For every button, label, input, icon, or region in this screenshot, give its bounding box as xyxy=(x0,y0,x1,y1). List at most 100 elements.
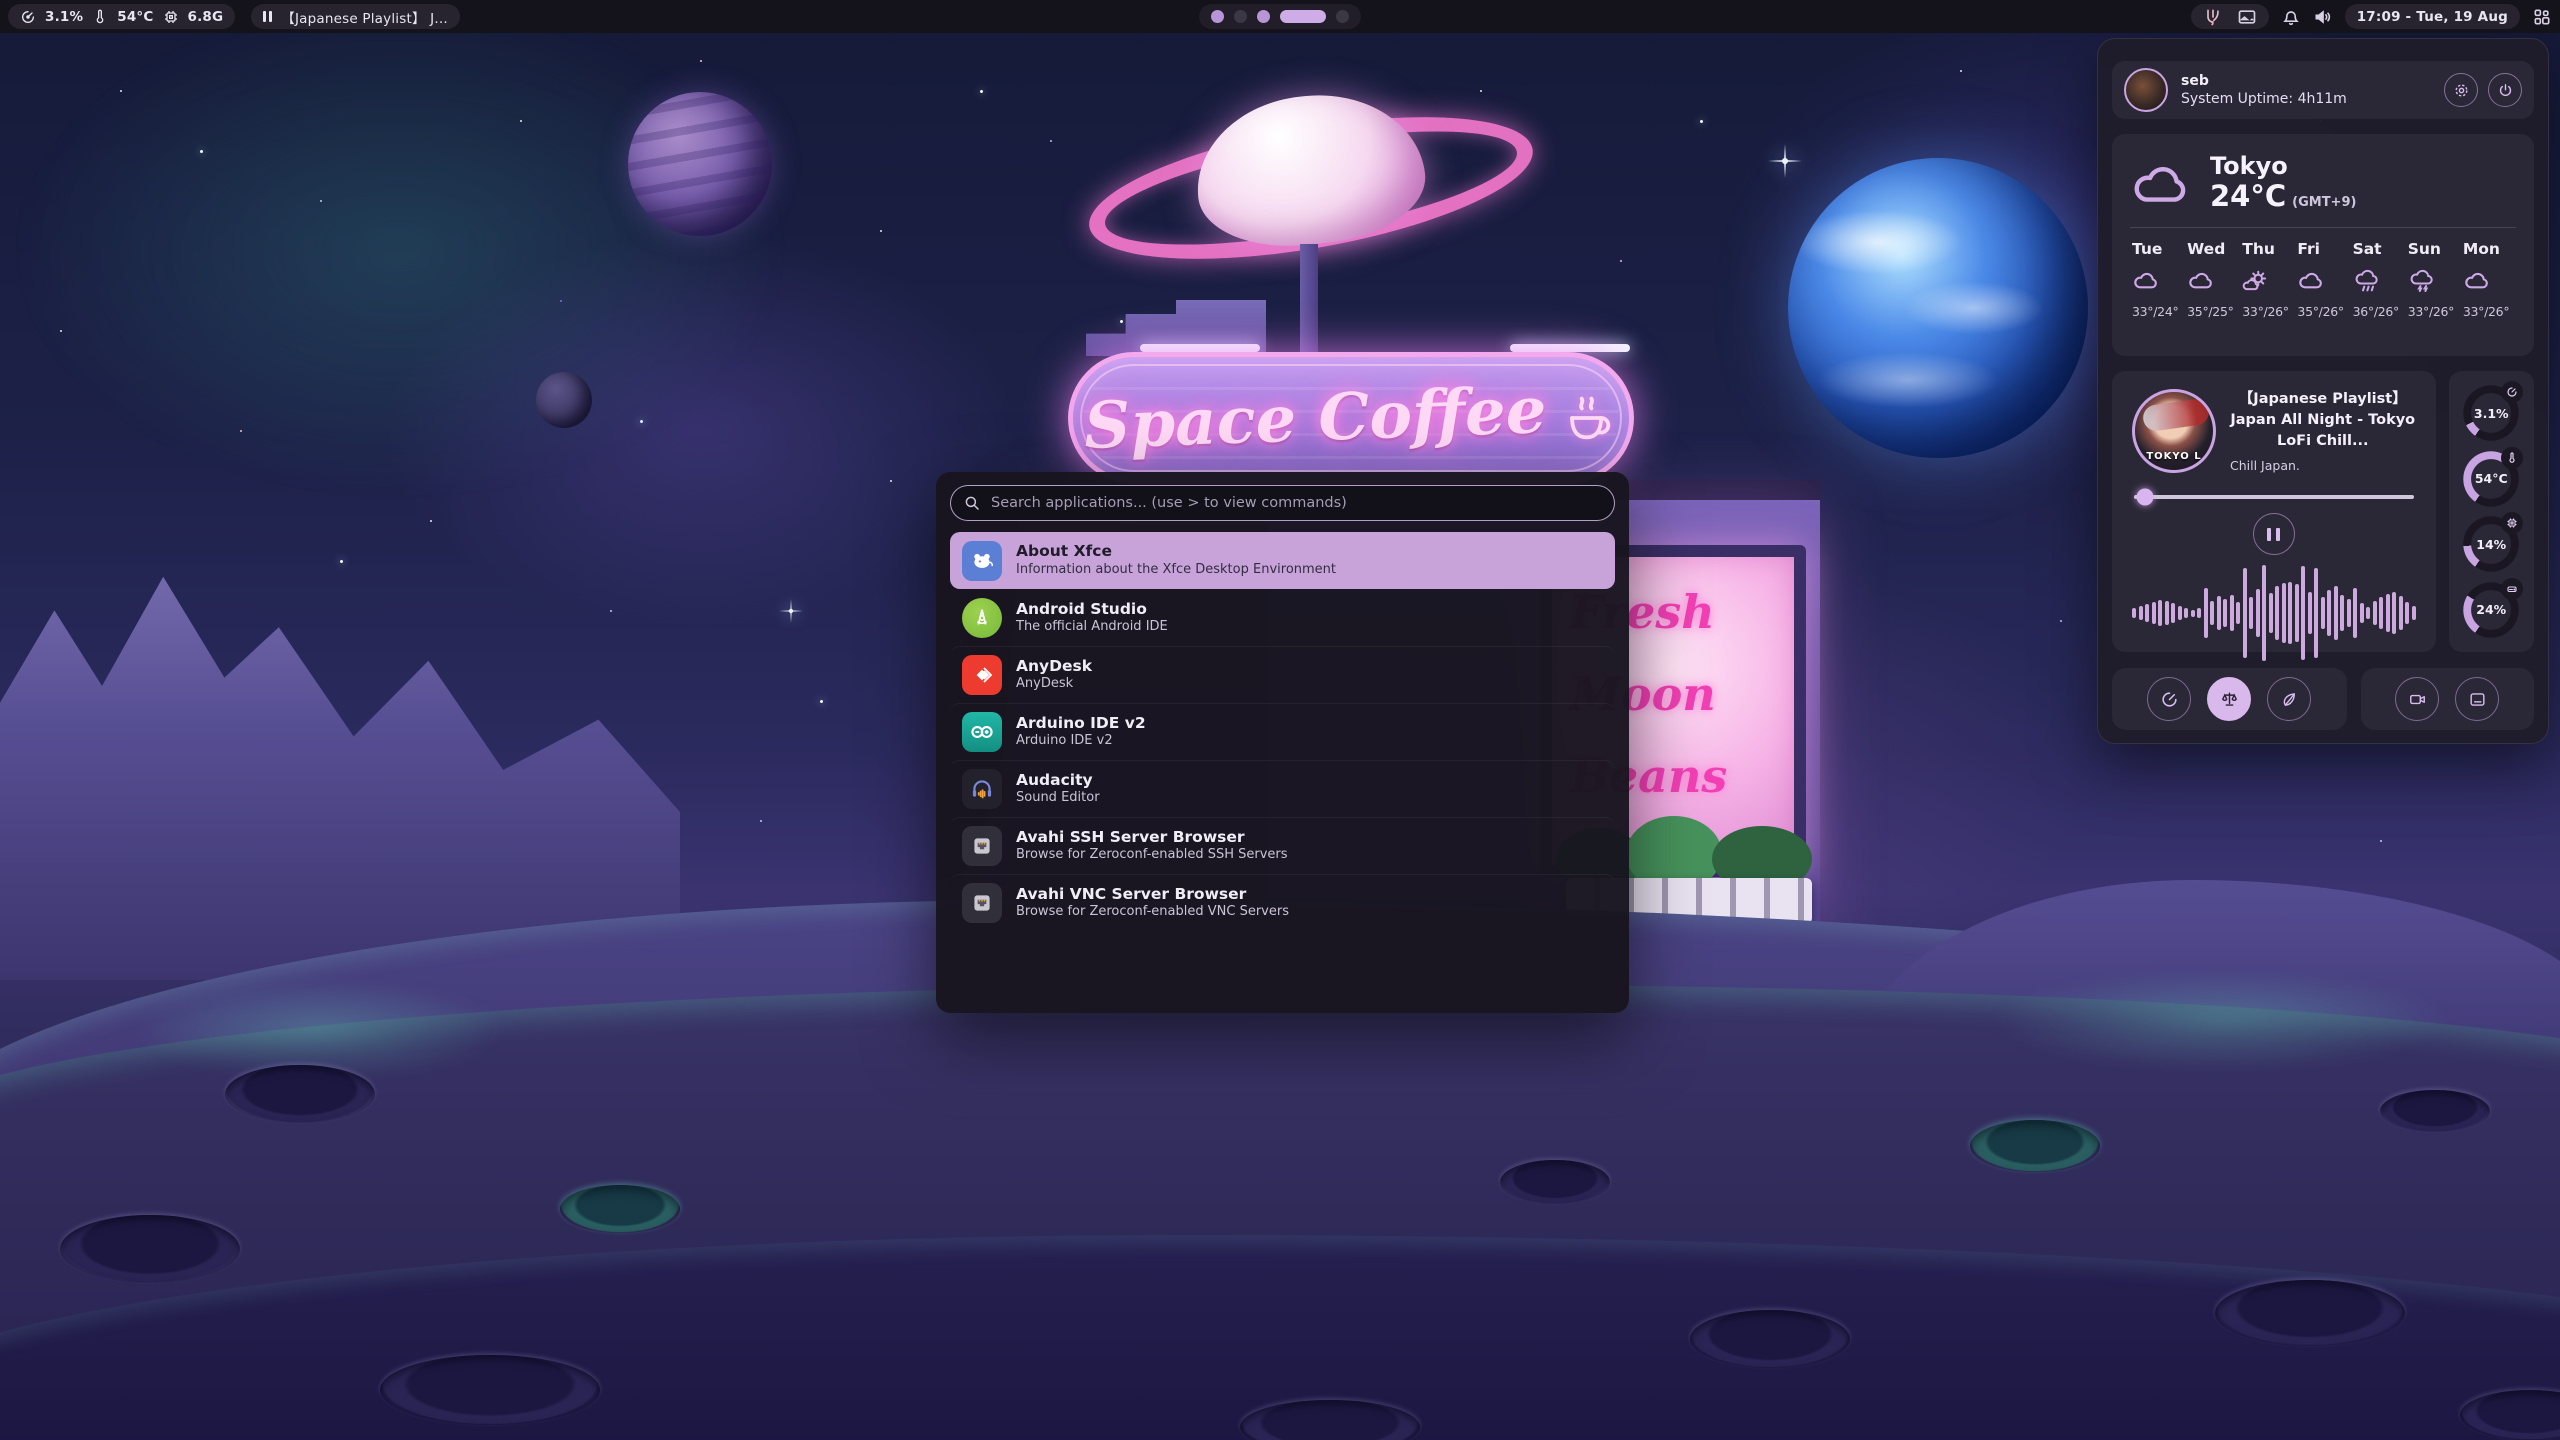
waveform-bar xyxy=(2295,584,2299,642)
screenshot-button[interactable] xyxy=(2455,677,2499,721)
volume-icon[interactable] xyxy=(2313,7,2333,27)
waveform-bar xyxy=(2386,594,2390,632)
app-row-audacity[interactable]: Audacity Sound Editor xyxy=(950,760,1615,817)
weather-current-temp: 24°C xyxy=(2210,179,2286,213)
pause-button[interactable] xyxy=(2253,513,2295,555)
app-description: Information about the Xfce Desktop Envir… xyxy=(1016,562,1336,579)
workspace-dot-4-active[interactable] xyxy=(1280,10,1326,23)
rain-cloud-icon xyxy=(2353,266,2383,296)
app-row-avahi-ssh[interactable]: Avahi SSH Server Browser Browse for Zero… xyxy=(950,817,1615,874)
waveform-bar xyxy=(2327,590,2331,636)
waveform-bar xyxy=(2308,592,2312,634)
wallpaper-tray-icon[interactable] xyxy=(2237,7,2257,27)
power-button[interactable] xyxy=(2488,73,2522,107)
cloud-icon xyxy=(2130,158,2194,210)
clock-pill[interactable]: 17:09 - Tue, 19 Aug xyxy=(2345,4,2520,29)
waveform-bar xyxy=(2301,566,2305,660)
control-center-panel: seb System Uptime: 4h11m Tokyo 24°C(G xyxy=(2097,38,2549,744)
settings-button[interactable] xyxy=(2444,73,2478,107)
waveform-bar xyxy=(2379,597,2383,629)
screen-record-button[interactable] xyxy=(2395,677,2439,721)
balanced-profile-button[interactable] xyxy=(2207,677,2251,721)
notifications-bell-icon[interactable] xyxy=(2281,7,2301,27)
system-uptime: System Uptime: 4h11m xyxy=(2181,91,2347,107)
gauge: 3.1% xyxy=(2463,385,2519,441)
forecast-day: Mon 33°/26° xyxy=(2461,240,2516,319)
waveform-bar xyxy=(2139,606,2143,620)
track-subtitle: Chill Japan. xyxy=(2230,458,2416,473)
waveform-bar xyxy=(2334,586,2338,640)
space-coffee-neon-sign: Space Coffee xyxy=(1068,352,1634,484)
user-header-card: seb System Uptime: 4h11m xyxy=(2112,61,2534,119)
app-row-avahi-vnc[interactable]: Avahi VNC Server Browser Browse for Zero… xyxy=(950,874,1615,931)
performance-profile-button[interactable] xyxy=(2147,677,2191,721)
waveform-bar xyxy=(2288,582,2292,644)
app-row-android-studio[interactable]: Android Studio The official Android IDE xyxy=(950,589,1615,646)
seek-bar[interactable] xyxy=(2134,495,2414,499)
app-grid-icon[interactable] xyxy=(2532,7,2552,27)
waveform-bar xyxy=(2347,599,2351,627)
waveform-bar xyxy=(2269,593,2273,633)
user-avatar[interactable] xyxy=(2124,68,2168,112)
speedometer-icon xyxy=(2501,381,2523,403)
floating-cup xyxy=(1189,84,1431,255)
coffee-cup-icon xyxy=(1560,389,1618,447)
waveform-bar xyxy=(2184,608,2188,618)
power-profile-group xyxy=(2112,668,2347,730)
bright-star xyxy=(1782,158,1788,164)
workspace-dot-5[interactable] xyxy=(1336,10,1349,23)
desktop: Fresh Moon Beans Space Coffee xyxy=(0,0,2560,1440)
earth-planet xyxy=(1788,158,2088,458)
app-row-arduino[interactable]: Arduino IDE v2 Arduino IDE v2 xyxy=(950,703,1615,760)
waveform-bar xyxy=(2152,602,2156,624)
app-list: About Xfce Information about the Xfce De… xyxy=(950,532,1615,931)
forecast-day: Thu 33°/26° xyxy=(2240,240,2295,319)
system-gauges-card: 3.1% 54°C 14% 24% xyxy=(2449,371,2535,652)
album-art: TOKYO L xyxy=(2132,389,2216,473)
arduino-icon xyxy=(962,712,1002,752)
mountains xyxy=(0,560,680,980)
app-name: About Xfce xyxy=(1016,542,1336,561)
cloud-icon xyxy=(2132,266,2162,296)
screenshot-icon xyxy=(2468,690,2487,709)
waveform-bar xyxy=(2256,589,2260,637)
workspace-indicator xyxy=(1199,4,1361,29)
waveform-bar xyxy=(2392,592,2396,634)
workspace-dot-1[interactable] xyxy=(1211,10,1224,23)
cloud-icon xyxy=(2463,266,2493,296)
cpu-usage-value: 3.1% xyxy=(45,9,83,25)
waveform-bar xyxy=(2243,568,2247,658)
waveform-bar xyxy=(2210,601,2214,625)
app-row-about-xfce[interactable]: About Xfce Information about the Xfce De… xyxy=(950,532,1615,589)
waveform-bar xyxy=(2353,588,2357,638)
search-input[interactable] xyxy=(950,485,1615,521)
top-bar: 3.1% 54°C 6.8G 【Japanese Playlist】 J... xyxy=(0,0,2560,33)
track-title: 【Japanese Playlist】 Japan All Night - To… xyxy=(2230,389,2416,452)
seek-knob[interactable] xyxy=(2137,489,2154,506)
system-stats-pill[interactable]: 3.1% 54°C 6.8G xyxy=(8,4,235,29)
speedometer-icon xyxy=(2160,690,2179,709)
waveform-bar xyxy=(2373,601,2377,625)
now-playing-pill[interactable]: 【Japanese Playlist】 J... xyxy=(251,4,460,29)
workspace-dot-2[interactable] xyxy=(1234,10,1247,23)
cloud-icon xyxy=(2297,266,2327,296)
waveform-bar xyxy=(2340,595,2344,631)
waveform-bar xyxy=(2158,600,2162,626)
now-playing-title: 【Japanese Playlist】 J... xyxy=(281,7,448,27)
chip-icon xyxy=(2501,512,2523,534)
forecast-day: Wed 35°/25° xyxy=(2185,240,2240,319)
waveform-bar xyxy=(2282,583,2286,643)
waveform-bar xyxy=(2262,565,2266,661)
network-port-icon xyxy=(962,883,1002,923)
waveform-bar xyxy=(2204,588,2208,638)
app-row-anydesk[interactable]: AnyDesk AnyDesk xyxy=(950,646,1615,703)
forecast-day: Sun 33°/26° xyxy=(2406,240,2461,319)
powersave-profile-button[interactable] xyxy=(2267,677,2311,721)
waveform-bar xyxy=(2223,599,2227,627)
storm-cloud-icon xyxy=(2408,266,2438,296)
workspace-dot-3[interactable] xyxy=(1257,10,1270,23)
claw-tray-icon[interactable] xyxy=(2203,7,2223,27)
waveform xyxy=(2132,563,2416,663)
weather-forecast-row: Tue 33°/24° Wed 35°/25° Thu 33°/26° Fri xyxy=(2130,240,2516,319)
forecast-day: Fri 35°/26° xyxy=(2295,240,2350,319)
